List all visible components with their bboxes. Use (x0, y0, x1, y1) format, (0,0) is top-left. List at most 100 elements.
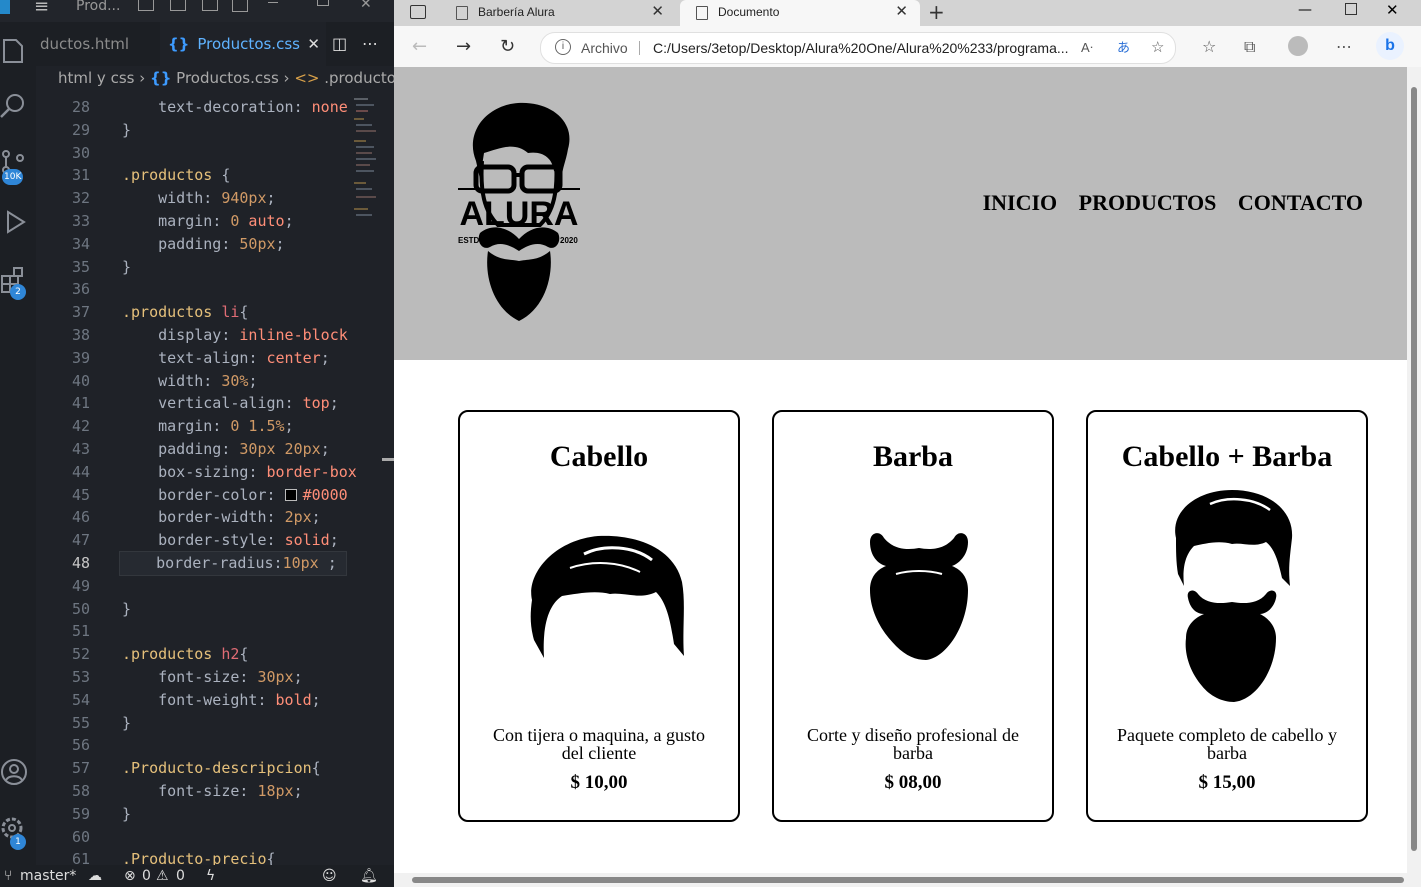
branch-name[interactable]: master* (20, 865, 76, 887)
code-line[interactable]: 28 text-decoration: none (36, 96, 356, 119)
nav-link-contacto[interactable]: CONTACTO (1238, 190, 1363, 215)
code-line[interactable]: 35} (36, 256, 356, 279)
code-line[interactable]: 30 (36, 142, 356, 165)
code-line[interactable]: 47 border-style: solid; (36, 529, 356, 552)
product-card-barba[interactable]: Barba Corte y diseño profesional de barb… (772, 410, 1054, 822)
code-line[interactable]: 51 (36, 620, 356, 643)
code-line[interactable]: 53 font-size: 30px; (36, 666, 356, 689)
minimize-button[interactable] (268, 2, 278, 3)
alura-logo[interactable]: ALURA ESTD 2020 (458, 101, 580, 323)
split-editor-icon[interactable]: ◫ (332, 22, 347, 66)
hamburger-menu-icon[interactable]: ≡ (34, 0, 49, 16)
code-line[interactable]: 42 margin: 0 1.5%; (36, 415, 356, 438)
breadcrumb-folder[interactable]: html y css (58, 69, 134, 87)
more-actions-icon[interactable]: ⋯ (362, 22, 378, 66)
feedback-icon[interactable]: ☺ (322, 865, 337, 887)
avatar[interactable] (1288, 36, 1308, 56)
code-line[interactable]: 34 padding: 50px; (36, 233, 356, 256)
chevron-right-icon: › (283, 69, 295, 87)
bing-chat-icon[interactable]: b (1376, 32, 1404, 60)
close-window-button[interactable]: ✕ (360, 0, 372, 12)
code-line[interactable]: 46 border-width: 2px; (36, 506, 356, 529)
maximize-button[interactable] (317, 0, 329, 6)
horizontal-scroll-thumb[interactable] (412, 877, 1404, 883)
tab-actions-icon[interactable] (410, 5, 426, 19)
code-line[interactable]: 61 .Producto-precio{ (36, 848, 356, 866)
code-line[interactable]: 59} (36, 803, 356, 826)
hair-icon (530, 535, 684, 658)
explorer-icon[interactable] (0, 36, 28, 64)
code-line[interactable]: 31 .productos { (36, 164, 356, 187)
customize-layout-icon[interactable] (232, 0, 248, 12)
vertical-scrollbar[interactable] (1407, 67, 1421, 873)
toggle-sidebar-icon[interactable] (138, 0, 154, 11)
vertical-scroll-thumb[interactable] (1411, 87, 1417, 851)
code-line[interactable]: 50} (36, 598, 356, 621)
code-editor[interactable]: 28 text-decoration: none 29} 30 31 .producto… (36, 96, 394, 866)
code-line[interactable]: 33 margin: 0 auto; (36, 210, 356, 233)
product-card-cabello[interactable]: Cabello Con tijera o maquina, a gusto de… (458, 410, 740, 822)
horizontal-scrollbar[interactable] (394, 873, 1421, 887)
close-tab-icon[interactable]: ✕ (651, 0, 664, 24)
sync-icon[interactable]: ☁ (88, 865, 102, 887)
browser-tab-documento[interactable]: Documento ✕ (680, 0, 920, 26)
code-line[interactable]: 32 width: 940px; (36, 187, 356, 210)
code-line[interactable]: 52 .productos h2{ (36, 643, 356, 666)
refresh-icon[interactable]: ↻ (500, 26, 515, 67)
close-tab-icon[interactable]: ✕ (895, 0, 908, 24)
info-icon[interactable]: i (555, 39, 571, 55)
tab-productos-css[interactable]: {} Productos.css ✕ (160, 22, 326, 66)
product-card-cabello-barba[interactable]: Cabello + Barba Paquete completo de cabe… (1086, 410, 1368, 822)
code-line[interactable]: 60 (36, 826, 356, 849)
nav-link-inicio[interactable]: INICIO (983, 190, 1058, 215)
code-line[interactable]: 40 width: 30%; (36, 370, 356, 393)
new-tab-button[interactable]: + (928, 0, 945, 24)
more-options-icon[interactable]: ⋯ (1336, 26, 1352, 67)
forward-arrow-icon[interactable]: → (456, 26, 471, 67)
back-arrow-icon[interactable]: ← (412, 26, 427, 67)
code-line[interactable]: 56 (36, 734, 356, 757)
translate-icon[interactable]: あ (1117, 33, 1130, 63)
code-line[interactable]: 54 font-weight: bold; (36, 689, 356, 712)
code-line[interactable]: 41 vertical-align: top; (36, 392, 356, 415)
code-line[interactable]: 44 box-sizing: border-box (36, 461, 357, 484)
accounts-icon[interactable] (0, 758, 28, 786)
toggle-panel-icon[interactable] (170, 0, 186, 11)
nav-link-productos[interactable]: PRODUCTOS (1079, 190, 1217, 215)
favorites-icon[interactable]: ☆ (1202, 26, 1216, 67)
code-line[interactable]: 29} (36, 119, 356, 142)
read-aloud-icon[interactable]: Aᐧ (1081, 33, 1093, 63)
breadcrumb-file[interactable]: Productos.css (176, 69, 279, 87)
browser-tab-barberia[interactable]: Barbería Alura ✕ (442, 0, 676, 26)
code-line[interactable]: 55} (36, 712, 356, 735)
code-line[interactable]: 39 text-align: center; (36, 347, 356, 370)
close-window-button[interactable]: ✕ (1386, 0, 1399, 20)
code-line[interactable]: 43 padding: 30px 20px; (36, 438, 356, 461)
code-line[interactable]: 49 (36, 575, 356, 598)
url-text[interactable]: C:/Users/3etop/Desktop/Alura%20One/Alura… (653, 33, 1069, 63)
tab-productos-html[interactable]: ductos.html (36, 22, 160, 66)
add-favorite-icon[interactable]: ☆ (1151, 33, 1164, 63)
code-line[interactable]: 36 (36, 278, 356, 301)
editor-scrollbar[interactable] (382, 458, 394, 461)
code-line[interactable]: 38 display: inline-block (36, 324, 356, 347)
live-share-icon[interactable]: ϟ (206, 865, 215, 887)
code-line[interactable]: 57 .Producto-descripcion{ (36, 757, 356, 780)
breadcrumb-symbol[interactable]: .productos li (324, 69, 394, 87)
minimize-button[interactable]: — (1298, 0, 1312, 20)
code-line[interactable]: 58 font-size: 18px; (36, 780, 356, 803)
run-debug-icon[interactable] (0, 208, 28, 236)
errors-icon[interactable]: ⊗ (124, 865, 136, 887)
toggle-secondary-sidebar-icon[interactable] (202, 0, 218, 11)
close-icon[interactable]: ✕ (307, 22, 320, 66)
collections-icon[interactable]: ⧉ (1244, 26, 1255, 67)
code-line[interactable]: 45 border-color: #0000 (36, 484, 356, 507)
minimap[interactable] (354, 96, 378, 226)
notifications-bell-icon[interactable]: 🔔︎ (360, 865, 378, 887)
url-field[interactable]: i Archivo C:/Users/3etop/Desktop/Alura%2… (540, 32, 1176, 64)
warnings-icon[interactable]: ⚠ (156, 865, 169, 887)
code-line[interactable]: 37 .productos li{ (36, 301, 356, 324)
search-icon[interactable] (0, 92, 28, 120)
maximize-button[interactable] (1345, 3, 1357, 15)
code-line[interactable]: 48 border-radius:10px ; (36, 551, 356, 576)
